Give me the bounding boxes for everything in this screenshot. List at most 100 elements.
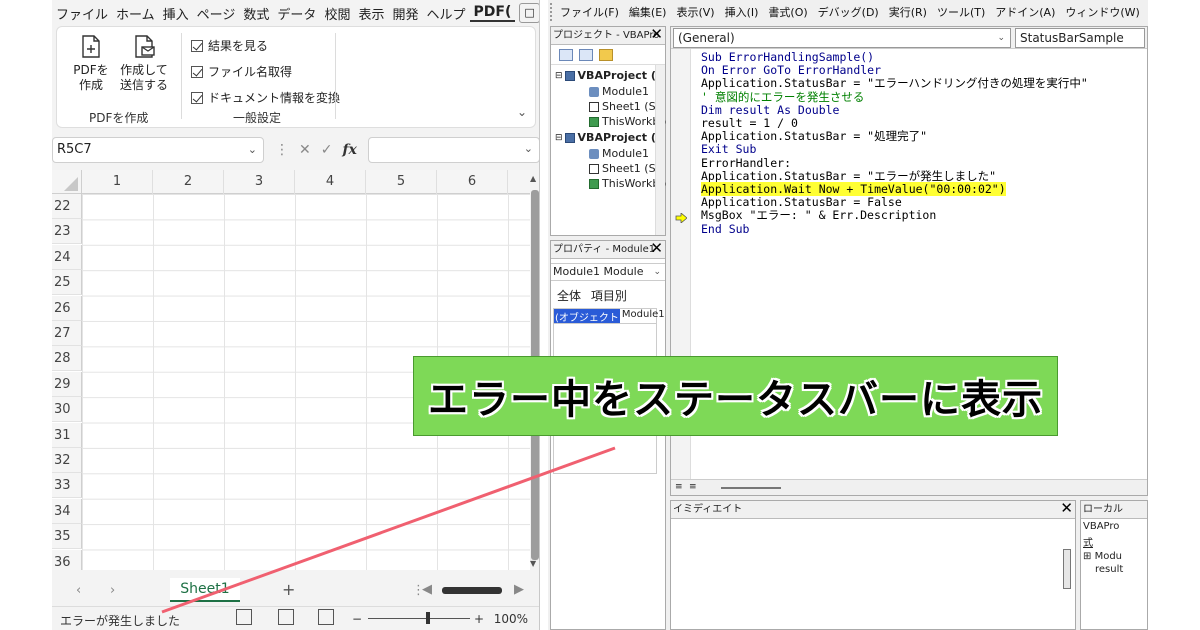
prev-sheet-icon[interactable]: ‹ — [76, 583, 81, 598]
zoom-percent[interactable]: 100% — [494, 612, 528, 626]
tab-page[interactable]: ページ — [193, 4, 240, 23]
tree-project-node[interactable]: ⊟ VBAProject ( — [555, 69, 656, 82]
tab-data[interactable]: データ — [273, 4, 320, 23]
menu-edit[interactable]: 編集(E) — [629, 4, 667, 20]
menu-file[interactable]: ファイル(F) — [560, 4, 619, 20]
menu-view[interactable]: 表示(V) — [676, 4, 714, 20]
close-icon[interactable]: ✕ — [650, 239, 663, 257]
immediate-window[interactable]: イミディエイト ✕ — [670, 499, 1076, 630]
view-result-checkbox[interactable]: 結果を見る — [191, 37, 268, 54]
menu-run[interactable]: 実行(R) — [889, 4, 927, 20]
tab-help[interactable]: ヘルプ — [422, 4, 469, 23]
collapse-icon[interactable]: ⊟ — [555, 133, 563, 143]
zoom-in-icon[interactable]: + — [474, 612, 484, 626]
name-box[interactable]: R5C7 ⌄ — [52, 137, 264, 163]
immediate-scrollbar[interactable] — [1063, 549, 1071, 589]
row-header[interactable]: 33 — [52, 473, 82, 498]
tab-home[interactable]: ホーム — [112, 4, 159, 23]
row-header[interactable]: 23 — [52, 219, 82, 244]
procedure-combo[interactable]: StatusBarSample — [1015, 28, 1145, 48]
close-icon[interactable]: ✕ — [650, 25, 663, 43]
tab-view[interactable]: 表示 — [354, 4, 388, 23]
scroll-thumb[interactable] — [442, 587, 502, 594]
project-scrollbar[interactable] — [655, 65, 665, 235]
menu-format[interactable]: 書式(O) — [768, 4, 807, 20]
tree-sheet-node[interactable]: Sheet1 (Sh — [589, 162, 663, 175]
row-header[interactable]: 30 — [52, 397, 82, 422]
row-header[interactable]: 25 — [52, 270, 82, 295]
column-header[interactable]: 5 — [366, 170, 437, 194]
procedure-view-icon[interactable]: ≡ — [675, 482, 683, 492]
row-header[interactable]: 27 — [52, 321, 82, 346]
tree-module-node[interactable]: Module1 — [589, 85, 649, 98]
page-layout-icon[interactable] — [278, 609, 294, 625]
chevron-down-icon[interactable]: ⌄ — [653, 264, 661, 280]
menu-insert[interactable]: 挿入(I) — [725, 4, 759, 20]
chevron-down-icon[interactable]: ⌄ — [248, 138, 257, 162]
sheet-tab-sheet1[interactable]: Sheet1 — [170, 578, 240, 602]
menu-debug[interactable]: デバッグ(D) — [818, 4, 879, 20]
row-header[interactable]: 34 — [52, 499, 82, 524]
view-object-icon[interactable] — [579, 48, 593, 61]
insert-function-button[interactable]: fx — [342, 142, 356, 158]
tab-alphabetic[interactable]: 全体 — [557, 289, 581, 303]
horizontal-scroll-thumb[interactable] — [721, 487, 781, 489]
row-header[interactable]: 22 — [52, 194, 82, 219]
column-header[interactable]: 2 — [153, 170, 224, 194]
scroll-up-icon[interactable]: ▲ — [530, 174, 536, 183]
property-row[interactable]: (オブジェクト Module1 — [553, 308, 665, 324]
expand-formula-chevron-icon[interactable]: ⌄ — [524, 142, 533, 155]
toggle-folders-icon[interactable] — [599, 48, 613, 61]
row-header[interactable]: 36 — [52, 550, 82, 570]
zoom-slider-knob[interactable] — [426, 612, 430, 624]
chevron-down-icon[interactable]: ⌄ — [997, 29, 1005, 47]
get-filename-checkbox[interactable]: ファイル名取得 — [191, 63, 292, 80]
object-combo[interactable]: (General) ⌄ — [673, 28, 1011, 48]
convert-docinfo-checkbox[interactable]: ドキュメント情報を変換 — [191, 89, 340, 106]
page-break-preview-icon[interactable] — [318, 609, 334, 625]
scroll-left-icon[interactable]: ◀ — [422, 582, 432, 597]
properties-object-select[interactable]: Module1 Module ⌄ — [551, 263, 665, 281]
pdf-send-button[interactable]: 作成して 送信する — [117, 35, 171, 93]
locals-expression-header[interactable]: 式 — [1081, 532, 1147, 549]
formula-input[interactable]: ⌄ — [367, 137, 539, 163]
add-sheet-button[interactable]: + — [282, 580, 295, 599]
row-header[interactable]: 26 — [52, 296, 82, 321]
close-icon[interactable]: ✕ — [1060, 499, 1073, 517]
expand-icon[interactable]: ⊞ — [1083, 551, 1091, 562]
scroll-down-icon[interactable]: ▼ — [530, 559, 536, 568]
column-header[interactable]: 6 — [437, 170, 508, 194]
tab-insert[interactable]: 挿入 — [159, 4, 193, 23]
tab-review[interactable]: 校閲 — [320, 4, 354, 23]
row-header[interactable]: 32 — [52, 448, 82, 473]
menu-tools[interactable]: ツール(T) — [937, 4, 985, 20]
comment-icon[interactable]: □ — [519, 3, 539, 23]
tab-categorized[interactable]: 項目別 — [591, 289, 627, 303]
code-editor[interactable]: Sub ErrorHandlingSample() On Error GoTo … — [701, 50, 1088, 236]
zoom-out-icon[interactable]: − — [352, 612, 362, 626]
row-header[interactable]: 31 — [52, 423, 82, 448]
menu-addins[interactable]: アドイン(A) — [995, 4, 1055, 20]
column-header[interactable]: 3 — [224, 170, 295, 194]
ribbon-collapse-chevron-icon[interactable]: ⌄ — [517, 105, 527, 119]
tree-project-node[interactable]: ⊟ VBAProject ( — [555, 131, 656, 144]
zoom-slider[interactable] — [368, 618, 470, 619]
tree-module-node[interactable]: Module1 — [589, 147, 649, 160]
more-options-icon[interactable]: ⋮ — [275, 142, 289, 158]
normal-view-icon[interactable] — [236, 609, 252, 625]
row-header[interactable]: 28 — [52, 346, 82, 371]
view-code-icon[interactable] — [559, 48, 573, 61]
tab-developer[interactable]: 開発 — [388, 4, 422, 23]
toolbar-grip[interactable] — [550, 3, 552, 21]
collapse-icon[interactable]: ⊟ — [555, 71, 563, 81]
column-header[interactable]: 1 — [82, 170, 153, 194]
next-sheet-icon[interactable]: › — [110, 583, 115, 598]
tree-sheet-node[interactable]: Sheet1 (Sh — [589, 100, 663, 113]
row-header[interactable]: 35 — [52, 524, 82, 549]
tab-file[interactable]: ファイル — [52, 4, 112, 23]
horizontal-scrollbar[interactable]: ◀ ▶ — [412, 582, 532, 597]
row-header[interactable]: 29 — [52, 372, 82, 397]
scroll-right-icon[interactable]: ▶ — [514, 582, 524, 597]
menu-window[interactable]: ウィンドウ(W) — [1065, 4, 1139, 20]
property-value[interactable]: Module1 — [620, 309, 665, 323]
